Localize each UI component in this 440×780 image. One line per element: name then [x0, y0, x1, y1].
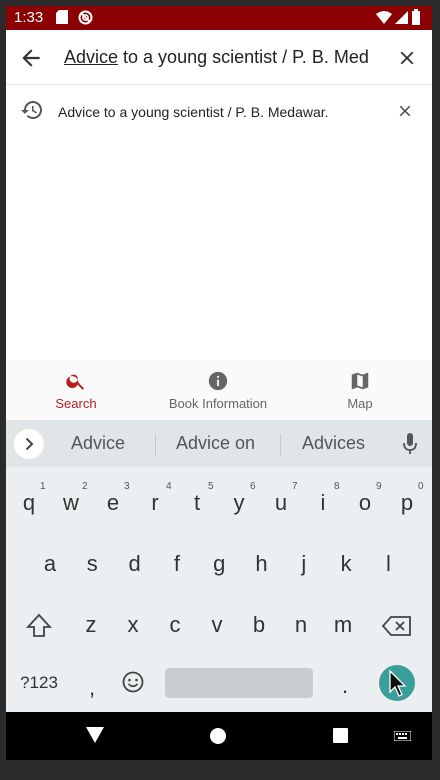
space-key[interactable]	[165, 668, 313, 698]
cursor-pointer-icon	[389, 669, 407, 697]
tab-map-label: Map	[347, 396, 373, 411]
shift-icon[interactable]	[24, 613, 54, 639]
search-input[interactable]: Advice to a young scientist / P. B. Med	[64, 47, 374, 68]
key-k[interactable]: k	[331, 551, 361, 577]
system-navigation-bar	[6, 712, 432, 760]
app-frame: 1:33 Advice to a young scientist / P. B.…	[6, 6, 432, 760]
key-m[interactable]: m	[328, 612, 358, 638]
key-hint-7: 7	[292, 481, 298, 492]
key-n[interactable]: n	[286, 612, 316, 638]
key-j[interactable]: j	[289, 551, 319, 577]
key-hint-4: 4	[166, 481, 172, 492]
recents-square-icon[interactable]	[333, 728, 348, 743]
divider	[280, 434, 281, 456]
keyboard-suggestion-strip: Advice Advice on Advices	[6, 420, 432, 467]
symbols-key[interactable]: ?123	[14, 673, 64, 693]
key-h[interactable]: h	[247, 551, 277, 577]
search-bar: Advice to a young scientist / P. B. Med	[6, 30, 432, 85]
key-hint-5: 5	[208, 481, 214, 492]
key-r[interactable]: r	[140, 490, 170, 516]
chevron-right-icon	[25, 437, 34, 451]
key-c[interactable]: c	[160, 612, 190, 638]
key-b[interactable]: b	[244, 612, 274, 638]
tab-book-information[interactable]: Book Information	[158, 360, 278, 420]
key-s[interactable]: s	[77, 551, 107, 577]
key-hint-3: 3	[124, 481, 130, 492]
home-circle-icon[interactable]	[210, 728, 226, 744]
comma-key[interactable]: ,	[77, 675, 107, 701]
info-icon	[208, 371, 228, 391]
key-u[interactable]: u	[266, 490, 296, 516]
key-z[interactable]: z	[76, 612, 106, 638]
close-icon[interactable]	[396, 47, 418, 69]
word-suggestion[interactable]: Advices	[302, 433, 365, 454]
soft-keyboard: Advice Advice on Advices q1w2e3r4t5y6u7i…	[6, 420, 432, 712]
map-icon	[351, 372, 369, 390]
key-e[interactable]: e	[98, 490, 128, 516]
battery-icon	[412, 9, 420, 25]
wifi-icon	[376, 11, 392, 24]
signal-icon	[395, 11, 408, 24]
key-hint-6: 6	[250, 481, 256, 492]
suggestion-item[interactable]: Advice to a young scientist / P. B. Meda…	[6, 86, 432, 134]
key-v[interactable]: v	[202, 612, 232, 638]
keyboard-switch-icon[interactable]	[394, 731, 411, 741]
word-suggestion[interactable]: Advice on	[176, 433, 255, 454]
divider	[155, 434, 156, 456]
enter-key[interactable]	[379, 665, 415, 701]
backspace-icon[interactable]	[382, 615, 412, 637]
suggestion-text: Advice to a young scientist / P. B. Meda…	[58, 104, 329, 120]
key-i[interactable]: i	[308, 490, 338, 516]
sd-card-icon	[56, 10, 68, 24]
key-hint-0: 0	[418, 481, 424, 492]
word-suggestion[interactable]: Advice	[71, 433, 125, 454]
key-t[interactable]: t	[182, 490, 212, 516]
query-composing-word: Advice	[64, 47, 119, 67]
back-arrow-icon[interactable]	[18, 45, 44, 71]
key-q[interactable]: q	[14, 490, 44, 516]
search-icon	[66, 374, 85, 390]
query-rest: to a young scientist / P. B. Med	[118, 47, 369, 67]
status-time: 1:33	[14, 9, 44, 26]
key-g[interactable]: g	[204, 551, 234, 577]
history-icon	[21, 101, 42, 119]
period-key[interactable]: .	[330, 673, 360, 699]
mic-icon[interactable]	[402, 432, 418, 456]
key-d[interactable]: d	[120, 551, 150, 577]
key-w[interactable]: w	[56, 490, 86, 516]
emoji-icon[interactable]	[121, 670, 145, 694]
tab-search[interactable]: Search	[36, 360, 116, 420]
status-bar: 1:33	[6, 6, 432, 30]
key-f[interactable]: f	[162, 551, 192, 577]
tab-map[interactable]: Map	[330, 360, 390, 420]
blocked-icon	[78, 10, 93, 25]
key-x[interactable]: x	[118, 612, 148, 638]
key-l[interactable]: l	[373, 551, 403, 577]
bottom-navigation: Search Book Information Map	[6, 360, 432, 420]
back-triangle-icon[interactable]	[86, 727, 104, 743]
key-hint-9: 9	[376, 481, 382, 492]
key-hint-1: 1	[40, 481, 46, 492]
expand-toolbar-button[interactable]	[14, 429, 44, 459]
key-hint-8: 8	[334, 481, 340, 492]
tab-book-information-label: Book Information	[168, 396, 268, 411]
close-icon[interactable]	[396, 102, 414, 120]
key-y[interactable]: y	[224, 490, 254, 516]
key-p[interactable]: p	[392, 490, 422, 516]
tab-search-label: Search	[55, 396, 97, 411]
key-hint-2: 2	[82, 481, 88, 492]
key-a[interactable]: a	[35, 551, 65, 577]
key-o[interactable]: o	[350, 490, 380, 516]
